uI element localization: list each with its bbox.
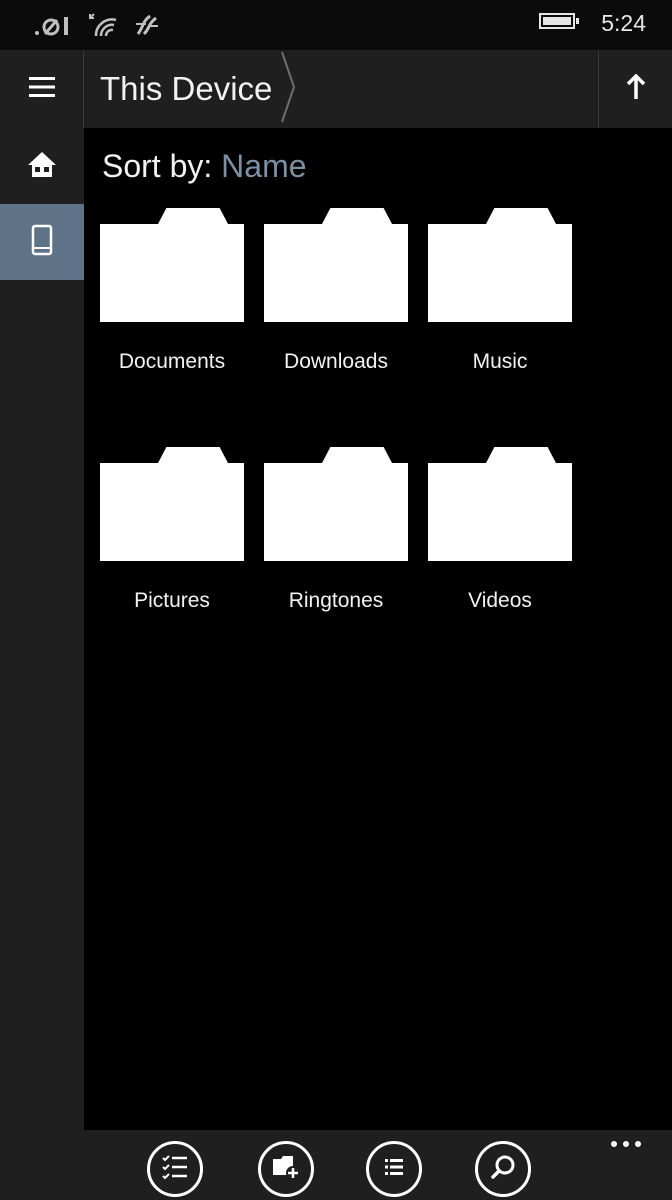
folder-icon xyxy=(158,447,228,463)
sort-control[interactable]: Sort by: Name xyxy=(102,148,307,185)
header-bar: This Device xyxy=(0,50,672,128)
home-icon xyxy=(27,150,57,183)
folder-label: Pictures xyxy=(134,589,210,612)
signal-icon xyxy=(34,13,74,37)
up-button[interactable] xyxy=(598,50,672,128)
folder-videos[interactable]: Videos xyxy=(428,447,572,637)
folder-music[interactable]: Music xyxy=(428,208,572,398)
battery-icon xyxy=(539,12,581,35)
folder-documents[interactable]: Documents xyxy=(100,208,244,398)
sort-label: Sort by: xyxy=(102,148,213,184)
folder-label: Music xyxy=(472,350,528,373)
menu-button[interactable] xyxy=(0,50,84,128)
nav-home[interactable] xyxy=(0,128,84,204)
folder-pictures[interactable]: Pictures xyxy=(100,447,244,637)
page-title: This Device xyxy=(100,70,273,107)
hamburger-icon xyxy=(28,76,55,103)
list-view-icon xyxy=(384,1157,404,1182)
folder-icon xyxy=(486,208,556,224)
folder-icon xyxy=(158,208,228,224)
folder-label: Ringtones xyxy=(288,589,384,612)
up-arrow-icon xyxy=(626,73,646,105)
folder-icon xyxy=(322,208,392,224)
status-icons xyxy=(34,12,160,38)
new-folder-icon xyxy=(271,1153,301,1186)
app-bar xyxy=(0,1130,672,1200)
folder-label: Downloads xyxy=(284,350,388,373)
select-button[interactable] xyxy=(147,1141,203,1197)
folder-label: Videos xyxy=(468,589,532,612)
status-bar: 5:24 xyxy=(0,0,672,50)
side-nav xyxy=(0,128,84,1130)
search-icon xyxy=(490,1154,516,1185)
file-browser: Sort by: Name Documents Downloads Music … xyxy=(84,128,672,1130)
breadcrumb[interactable]: This Device xyxy=(84,50,296,128)
wifi-icon xyxy=(88,12,120,38)
sort-value[interactable]: Name xyxy=(221,148,306,184)
folder-icon xyxy=(322,447,392,463)
chevron-right-icon xyxy=(280,50,296,129)
search-button[interactable] xyxy=(475,1141,531,1197)
more-icon xyxy=(610,1135,642,1153)
folder-icon xyxy=(486,447,556,463)
folder-ringtones[interactable]: Ringtones xyxy=(264,447,408,637)
folder-label: Documents xyxy=(118,350,226,373)
data-sense-icon xyxy=(134,12,160,38)
select-icon xyxy=(161,1153,189,1186)
more-button[interactable] xyxy=(606,1132,646,1156)
list-view-button[interactable] xyxy=(366,1141,422,1197)
phone-device-icon xyxy=(31,224,53,261)
nav-this-device[interactable] xyxy=(0,204,84,280)
new-folder-button[interactable] xyxy=(258,1141,314,1197)
folder-downloads[interactable]: Downloads xyxy=(264,208,408,398)
clock: 5:24 xyxy=(601,10,646,36)
